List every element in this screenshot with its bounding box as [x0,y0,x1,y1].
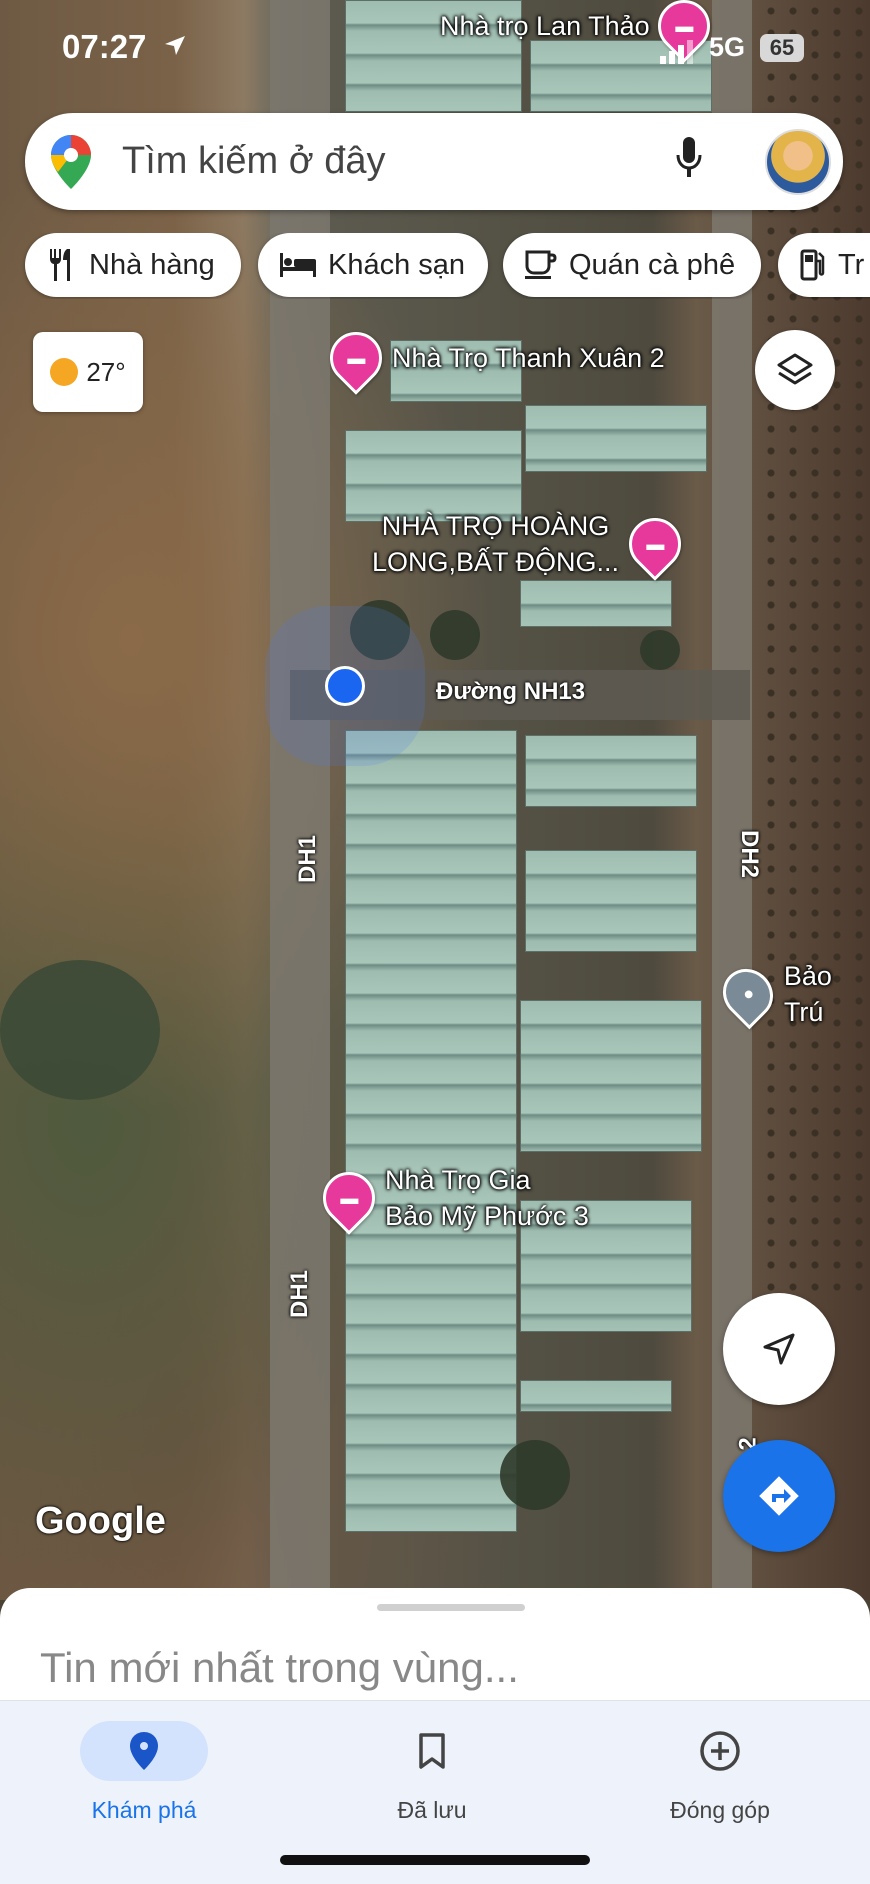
poi-gia-bao[interactable]: ▬ Nhà Trọ Gia Bảo Mỹ Phước 3 [312,1161,589,1235]
explore-pin-icon [130,1732,158,1770]
navigation-arrow-icon [763,1333,795,1365]
nav-label: Đóng góp [670,1797,770,1823]
poi-bao-tru[interactable]: ● Bảo Trú [712,958,870,1030]
building [525,735,697,807]
directions-icon [759,1476,799,1516]
layers-icon [777,353,813,385]
hotel-icon: ▬ [618,507,692,581]
my-location-button[interactable] [723,1293,835,1405]
nav-explore[interactable]: Khám phá [44,1721,244,1824]
sheet-drag-handle[interactable] [377,1604,525,1611]
weather-temp: 27° [86,356,126,387]
building [520,580,672,627]
poi-label-line2: Bảo Mỹ Phước 3 [385,1201,589,1231]
poi-hoang-long[interactable]: NHÀ TRỌ HOÀNG LONG,BẤT ĐỘNG... ▬ [372,507,692,581]
chip-label: Tr [838,248,865,281]
road-label-dh1: DH1 [294,834,322,884]
building [525,405,707,472]
signal-icon [660,40,693,64]
road-label-dh1-lower: DH1 [286,1269,314,1319]
poi-label: Bảo Trú [783,961,832,1027]
nav-label: Đã lưu [397,1797,467,1823]
status-time: 07:27 [62,28,147,65]
google-attribution: Google [35,1500,166,1542]
building [525,850,697,952]
tree [500,1440,570,1510]
bed-icon [280,253,316,277]
chip-gas[interactable]: Tr [778,233,870,297]
nav-saved[interactable]: Đã lưu [332,1721,532,1824]
tree [430,610,480,660]
chip-label: Quán cà phê [569,248,736,281]
location-arrow-icon [165,36,185,55]
sheet-title: Tin mới nhất trong vùng... [40,1644,519,1691]
hotel-icon: ▬ [319,321,393,395]
current-location-dot [325,666,365,706]
building [520,1380,672,1412]
chip-restaurants[interactable]: Nhà hàng [25,233,241,297]
building [520,1000,702,1152]
building [345,730,517,1532]
network-type: 5G [709,32,746,62]
weather-badge[interactable]: 27° [33,332,143,412]
tree [0,960,160,1100]
coffee-icon [525,250,557,279]
poi-label-line1: NHÀ TRỌ HOÀNG [381,511,610,541]
bookmark-icon [419,1733,445,1769]
hotel-icon: ▬ [312,1161,386,1235]
poi-thanh-xuan[interactable]: ▬ Nhà Trọ Thanh Xuân 2 [319,321,665,395]
gas-station-icon [800,249,825,281]
fork-knife-icon [50,249,70,281]
battery-icon: 65 [760,34,804,62]
sun-icon [50,358,79,386]
road-label-dh2: DH2 [736,829,764,879]
poi-label-line2: LONG,BẤT ĐỘNG... [372,547,620,577]
nav-label: Khám phá [91,1797,197,1823]
nav-contribute[interactable]: Đóng góp [620,1721,820,1824]
search-bar[interactable]: Tìm kiếm ở đây [25,113,843,210]
directions-button[interactable] [723,1440,835,1552]
chip-label: Nhà hàng [89,248,215,281]
category-chips: Nhà hàng Khách sạn Quán cà phê Tr [0,233,870,299]
road-label-nh13: Đường NH13 [436,678,586,705]
place-icon: ● [712,958,784,1030]
tree [640,630,680,670]
status-bar: 07:27 5G 65 [0,0,870,100]
tree [350,600,410,660]
chip-hotels[interactable]: Khách sạn [258,233,488,297]
search-input[interactable]: Tìm kiếm ở đây [122,140,386,183]
google-maps-pin-icon [51,135,91,189]
mic-icon[interactable] [675,135,703,183]
home-indicator [280,1855,590,1865]
avatar[interactable] [765,129,831,195]
poi-label-line1: Nhà Trọ Gia [385,1165,531,1195]
bottom-sheet[interactable]: Tin mới nhất trong vùng... [0,1588,870,1708]
poi-label: Nhà Trọ Thanh Xuân 2 [392,343,665,373]
add-circle-icon [700,1731,740,1771]
chip-cafes[interactable]: Quán cà phê [503,233,761,297]
layers-button[interactable] [755,330,835,410]
chip-label: Khách sạn [328,248,466,281]
